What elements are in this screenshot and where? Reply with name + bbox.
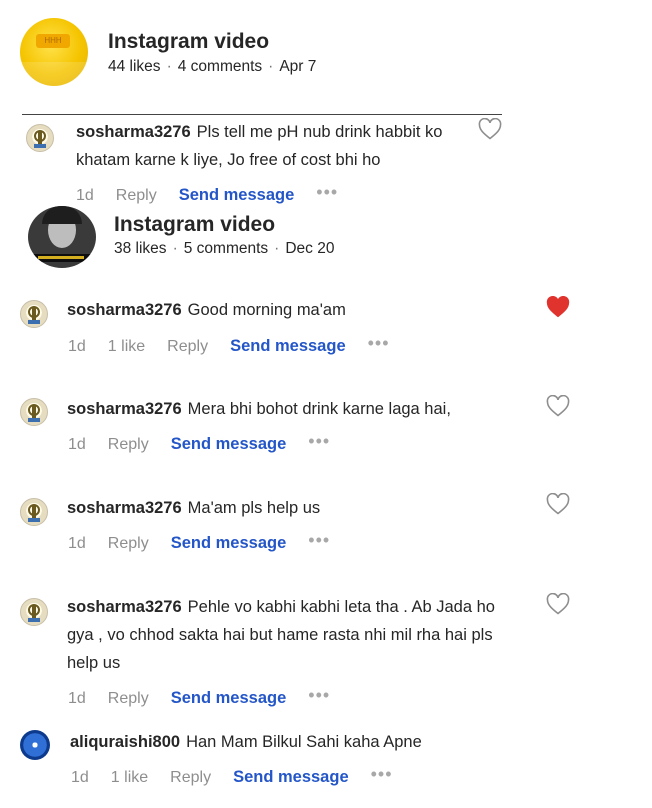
- post-2-thumbnail[interactable]: [28, 206, 96, 268]
- send-message-button[interactable]: Send message: [179, 186, 295, 205]
- comment-text: sosharma3276 Good morning ma'am: [67, 301, 346, 319]
- post-date: Apr 7: [279, 58, 317, 75]
- reply-button[interactable]: Reply: [108, 535, 149, 553]
- comment-username[interactable]: sosharma3276: [67, 499, 182, 517]
- more-options-icon[interactable]: •••: [308, 431, 330, 452]
- send-message-button[interactable]: Send message: [233, 768, 349, 787]
- send-message-button[interactable]: Send message: [171, 689, 287, 708]
- reply-button[interactable]: Reply: [116, 187, 157, 205]
- more-options-icon[interactable]: •••: [371, 764, 393, 785]
- comment-username[interactable]: sosharma3276: [76, 123, 191, 141]
- thumbnail-badge: HHH: [36, 34, 70, 48]
- comment-username[interactable]: sosharma3276: [67, 301, 182, 319]
- post-1-thumbnail[interactable]: HHH: [20, 18, 88, 86]
- avatar[interactable]: [20, 598, 48, 626]
- comment-text: sosharma3276 Mera bhi bohot drink karne l…: [67, 400, 451, 418]
- comment-likes[interactable]: 1 like: [111, 769, 148, 787]
- reply-button[interactable]: Reply: [108, 690, 149, 708]
- avatar[interactable]: [20, 498, 48, 526]
- comment-actions: 1d 1 like Reply Send message •••: [68, 333, 412, 357]
- send-message-button[interactable]: Send message: [171, 435, 287, 454]
- thumbnail-highlight: [20, 62, 88, 86]
- comment-text: sosharma3276 Ma'am pls help us: [67, 499, 321, 517]
- send-message-button[interactable]: Send message: [230, 337, 346, 356]
- comment-actions: 1d 1 like Reply Send message •••: [71, 764, 415, 788]
- avatar[interactable]: [20, 398, 48, 426]
- post-likes: 38 likes: [114, 240, 167, 257]
- comment-time: 1d: [76, 186, 94, 204]
- avatar[interactable]: [20, 300, 48, 328]
- post-likes: 44 likes: [108, 58, 161, 75]
- post-2-title[interactable]: Instagram video: [114, 213, 275, 237]
- post-comments: 4 comments: [177, 58, 263, 75]
- comment-actions: 1d Reply Send message •••: [68, 530, 352, 554]
- comment-time: 1d: [68, 337, 86, 355]
- comment-text: sosharma3276 Pls tell me pH nub drink hab…: [76, 123, 443, 169]
- comment-likes[interactable]: 1 like: [108, 338, 145, 356]
- send-message-button[interactable]: Send message: [171, 534, 287, 553]
- comment-time: 1d: [71, 768, 89, 786]
- comment-text: sosharma3276 Pehle vo kabhi kabhi leta th…: [67, 598, 495, 672]
- post-date: Dec 20: [285, 240, 335, 257]
- comment-username[interactable]: aliquraishi800: [70, 733, 180, 751]
- comment-text: aliquraishi800 Han Mam Bilkul Sahi kaha A…: [70, 733, 422, 751]
- heart-icon[interactable]: [478, 118, 502, 140]
- comment-time: 1d: [68, 435, 86, 453]
- avatar[interactable]: [20, 730, 50, 760]
- divider: [22, 114, 502, 115]
- post-comments: 5 comments: [183, 240, 269, 257]
- reply-button[interactable]: Reply: [167, 338, 208, 356]
- comment-username[interactable]: sosharma3276: [67, 598, 182, 616]
- more-options-icon[interactable]: •••: [368, 333, 390, 354]
- avatar[interactable]: [26, 124, 54, 152]
- comment-time: 1d: [68, 534, 86, 552]
- more-options-icon[interactable]: •••: [308, 685, 330, 706]
- heart-icon[interactable]: [546, 493, 570, 515]
- thumbnail-hair: [42, 206, 82, 224]
- more-options-icon[interactable]: •••: [316, 182, 338, 203]
- comment-time: 1d: [68, 689, 86, 707]
- post-1-meta: 44 likes · 4 comments · Apr 7: [108, 58, 317, 75]
- comment-actions: 1d Reply Send message •••: [68, 431, 352, 455]
- reply-button[interactable]: Reply: [170, 769, 211, 787]
- more-options-icon[interactable]: •••: [308, 530, 330, 551]
- heart-filled-icon[interactable]: [546, 296, 570, 318]
- heart-icon[interactable]: [546, 395, 570, 417]
- comment-username[interactable]: sosharma3276: [67, 400, 182, 418]
- post-1-title[interactable]: Instagram video: [108, 30, 269, 54]
- comment-actions: 1d Reply Send message •••: [76, 182, 360, 206]
- comment-actions: 1d Reply Send message •••: [68, 685, 352, 709]
- reply-button[interactable]: Reply: [108, 436, 149, 454]
- post-2-meta: 38 likes · 5 comments · Dec 20: [114, 240, 335, 257]
- heart-icon[interactable]: [546, 593, 570, 615]
